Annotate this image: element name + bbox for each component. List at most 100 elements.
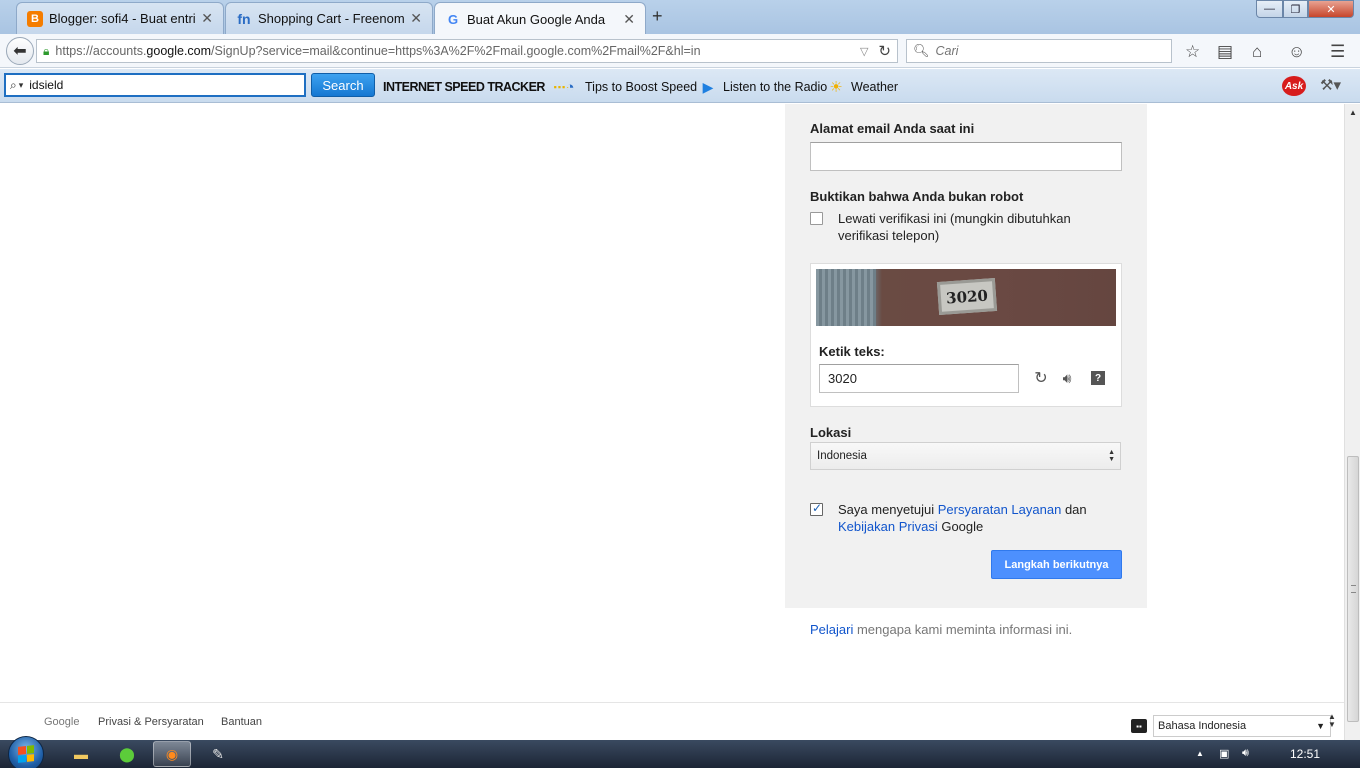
captcha-label: Ketik teks: <box>819 344 885 359</box>
select-arrows-icon: ▲ ▼ <box>1108 449 1115 463</box>
menu-icon[interactable]: ☰ <box>1330 42 1345 62</box>
reading-list-icon[interactable]: ▤ <box>1217 42 1233 62</box>
chat-icon[interactable]: ☺ <box>1288 42 1305 62</box>
radio-link[interactable]: ▶ Listen to the Radio <box>697 78 828 96</box>
scroll-up-icon[interactable]: ▲ <box>1349 108 1357 117</box>
skip-verification-checkbox[interactable] <box>810 212 823 225</box>
speed-tracker-label: INTERNET SPEED TRACKER <box>383 80 545 94</box>
captcha-background <box>816 269 876 326</box>
captcha-box: 3020 Ketik teks: 3020 ↻ 🔊︎ ? <box>810 263 1122 407</box>
next-step-button[interactable]: Langkah berikutnya <box>991 550 1122 579</box>
ask-search-box[interactable]: ⌕ ▾ <box>4 73 306 97</box>
maximize-icon[interactable]: ❐ <box>1283 0 1308 18</box>
tab-label: Shopping Cart - Freenom <box>258 11 405 26</box>
google-icon: G <box>447 11 459 27</box>
location-value: Indonesia <box>817 450 867 462</box>
learn-more-link[interactable]: Pelajari <box>810 622 853 637</box>
speed-tracker-link[interactable]: INTERNET SPEED TRACKER ▪▪▪· <box>383 78 583 96</box>
current-email-label: Alamat email Anda saat ini <box>810 121 975 136</box>
captcha-plate: 3020 <box>936 278 998 315</box>
tips-link[interactable]: ◔ Tips to Boost Speed <box>559 78 697 96</box>
refresh-icon[interactable]: ↻ <box>1033 370 1049 387</box>
windows-taskbar: ▬ ⬤ ◉ ✎ ▲ ▣ 🔊︎ 12:51 <box>0 736 1360 768</box>
close-icon[interactable]: ✕ <box>410 10 422 27</box>
tools-icon[interactable]: ⚒▾ <box>1320 76 1341 94</box>
tab-label: Buat Akun Google Anda <box>467 11 606 27</box>
close-icon[interactable]: ✕ <box>201 10 213 27</box>
agree-suffix: Google <box>937 519 984 534</box>
chevron-down-icon[interactable]: ▾ <box>19 80 24 91</box>
freenom-icon: fn <box>237 10 251 27</box>
paint-taskbar-button[interactable]: ✎ <box>199 741 237 767</box>
robot-verification-label: Buktikan bahwa Anda bukan robot <box>810 189 1024 204</box>
privacy-policy-link[interactable]: Kebijakan Privasi <box>838 519 938 534</box>
location-select[interactable]: Indonesia ▲ ▼ <box>810 442 1121 470</box>
firefox-taskbar-button[interactable]: ◉ <box>153 741 191 767</box>
window-close-icon[interactable]: ✕ <box>1308 0 1354 18</box>
ask-toolbar: ⌕ ▾ Search INTERNET SPEED TRACKER ▪▪▪· ◔… <box>0 69 1360 103</box>
audio-icon[interactable]: 🔊︎ <box>1059 370 1075 386</box>
paint-icon: ✎ <box>212 745 224 762</box>
search-icon: 🔍︎ <box>913 43 930 58</box>
reload-icon[interactable]: ↻ <box>878 42 891 60</box>
new-tab-icon[interactable]: + <box>652 6 663 27</box>
back-arrow-icon: ⬅ <box>13 43 27 60</box>
browser-search-input[interactable] <box>935 44 1156 58</box>
app-taskbar-button[interactable]: ⬤ <box>108 741 146 767</box>
ask-search-button[interactable]: Search <box>311 73 375 97</box>
tab-google-signup[interactable]: G Buat Akun Google Anda ✕ <box>434 2 646 35</box>
weather-link[interactable]: ☀ Weather <box>825 78 898 96</box>
weather-sun-icon: ☀ <box>829 79 843 96</box>
minimize-icon[interactable]: — <box>1256 0 1283 18</box>
dropdown-arrow-icon[interactable]: ▽ <box>860 45 868 58</box>
ask-logo[interactable]: Ask <box>1282 76 1306 96</box>
ask-search-input[interactable] <box>29 78 280 92</box>
home-icon[interactable]: ⌂ <box>1252 42 1262 62</box>
blogger-icon: B <box>27 10 43 27</box>
captcha-input[interactable]: 3020 <box>819 364 1019 393</box>
location-label: Lokasi <box>810 425 852 440</box>
footer-google[interactable]: Google <box>44 716 79 728</box>
footer-privacy-link[interactable]: Privasi & Persyaratan <box>98 716 204 728</box>
help-icon[interactable]: ? <box>1091 371 1105 385</box>
skip-verification-text: Lewati verifikasi ini (mungkin dibutuhka… <box>838 210 1071 244</box>
grip-icon <box>1351 585 1356 593</box>
speedometer-icon: ◔ <box>565 78 575 96</box>
tab-blogger[interactable]: B Blogger: sofi4 - Buat entri ✕ <box>16 2 224 34</box>
url-text[interactable]: https://accounts.google.com/SignUp?servi… <box>55 44 850 58</box>
language-select[interactable]: Bahasa Indonesia ▼ <box>1153 715 1331 737</box>
green-app-icon: ⬤ <box>119 745 135 762</box>
page-scroll-arrows-icon[interactable]: ▲ ▼ <box>1328 713 1336 729</box>
agree-terms-checkbox[interactable] <box>810 501 823 516</box>
agree-terms-text: Saya menyetujui Persyaratan Layanan dan … <box>838 501 1118 535</box>
vertical-scrollbar[interactable]: ▲ <box>1344 104 1360 740</box>
radio-label: Listen to the Radio <box>723 80 828 94</box>
bookmark-star-icon[interactable]: ☆ <box>1185 42 1200 62</box>
browser-search-bar[interactable]: 🔍︎ <box>906 39 1172 63</box>
back-button[interactable]: ⬅ <box>6 37 34 65</box>
learn-more-text: Pelajari mengapa kami meminta informasi … <box>810 622 1072 637</box>
windows-logo-icon <box>18 745 34 763</box>
tab-freenom[interactable]: fn Shopping Cart - Freenom ✕ <box>225 2 433 34</box>
current-email-field[interactable] <box>810 142 1122 171</box>
learn-more-suffix: mengapa kami meminta informasi ini. <box>853 622 1073 637</box>
volume-icon[interactable]: 🔊︎ <box>1242 747 1249 760</box>
network-icon[interactable]: ▣ <box>1219 747 1229 760</box>
close-icon[interactable]: ✕ <box>623 11 635 28</box>
scrollbar-thumb[interactable] <box>1347 456 1359 722</box>
terms-of-service-link[interactable]: Persyaratan Layanan <box>938 502 1062 517</box>
navigation-bar: ⬅ 🔒︎ https://accounts.google.com/SignUp?… <box>0 34 1360 68</box>
explorer-taskbar-button[interactable]: ▬ <box>62 741 100 767</box>
tab-label: Blogger: sofi4 - Buat entri <box>49 11 196 26</box>
footer-help-link[interactable]: Bantuan <box>221 716 262 728</box>
url-bar[interactable]: 🔒︎ https://accounts.google.com/SignUp?se… <box>36 39 898 63</box>
firefox-icon: ◉ <box>165 745 179 762</box>
signup-form-card: Alamat email Anda saat ini Buktikan bahw… <box>785 104 1147 608</box>
page-footer: Google Privasi & Persyaratan Bantuan ▪▪ … <box>0 702 1344 740</box>
tray-expand-icon[interactable]: ▲ <box>1196 749 1204 758</box>
start-button[interactable] <box>8 736 44 768</box>
captcha-image: 3020 <box>816 269 1116 326</box>
clock[interactable]: 12:51 <box>1290 747 1320 761</box>
skip-line-1: Lewati verifikasi ini (mungkin dibutuhka… <box>838 211 1071 226</box>
url-domain: google.com <box>146 44 212 58</box>
